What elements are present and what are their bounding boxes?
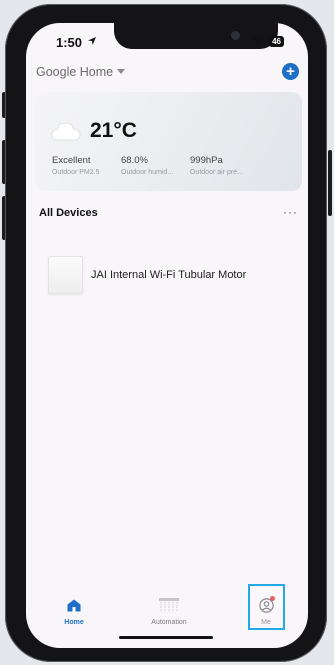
automation-icon <box>159 598 179 612</box>
metric-value: 999hPa <box>190 155 223 166</box>
tab-label: Home <box>64 619 84 626</box>
device-name: JAI Internal Wi-Fi Tubular Motor <box>91 269 247 281</box>
tab-automation[interactable]: Automation <box>139 596 199 626</box>
more-options-icon[interactable]: ··· <box>283 205 298 219</box>
status-indicators: 46 <box>251 36 284 47</box>
device-list-item[interactable]: JAI Internal Wi-Fi Tubular Motor <box>48 256 246 294</box>
metric-air-pressure: 999hPa Outdoor air pre... <box>190 155 243 176</box>
metric-value: Excellent <box>52 155 91 166</box>
tab-label: Automation <box>151 619 187 626</box>
phone-power-button <box>328 150 332 216</box>
temperature: 21°C <box>90 119 137 142</box>
metric-humidity: 68.0% Outdoor humid... <box>121 155 173 176</box>
phone-screen: 1:50 46 Google Home + 21°C Excellent Out… <box>26 23 308 648</box>
device-thumbnail <box>48 256 83 294</box>
location-arrow-icon <box>88 37 96 45</box>
plus-icon: + <box>286 63 295 80</box>
status-time: 1:50 <box>56 35 83 50</box>
metric-pm25: Excellent Outdoor PM2.5 <box>52 155 99 176</box>
metric-label: Outdoor air pre... <box>190 169 243 176</box>
cloud-icon <box>51 122 81 141</box>
home-name: Google Home <box>36 65 114 79</box>
home-icon <box>67 599 81 611</box>
weather-card[interactable]: 21°C Excellent Outdoor PM2.5 68.0% Outdo… <box>35 92 302 191</box>
add-button[interactable]: + <box>282 63 299 80</box>
battery-indicator: 46 <box>269 36 284 47</box>
chevron-down-icon <box>117 69 126 74</box>
metric-label: Outdoor humid... <box>121 169 174 176</box>
metric-label: Outdoor PM2.5 <box>52 169 100 176</box>
wifi-icon <box>251 36 265 46</box>
tab-home[interactable]: Home <box>44 596 104 626</box>
all-devices-title: All Devices <box>39 207 98 219</box>
metric-value: 68.0% <box>121 155 148 166</box>
home-indicator <box>119 636 213 639</box>
home-selector[interactable]: Google Home <box>36 65 126 79</box>
app-stage: 1:50 46 Google Home + 21°C Excellent Out… <box>0 0 334 665</box>
camera-dot <box>231 31 240 40</box>
me-tab-highlight <box>248 584 285 630</box>
